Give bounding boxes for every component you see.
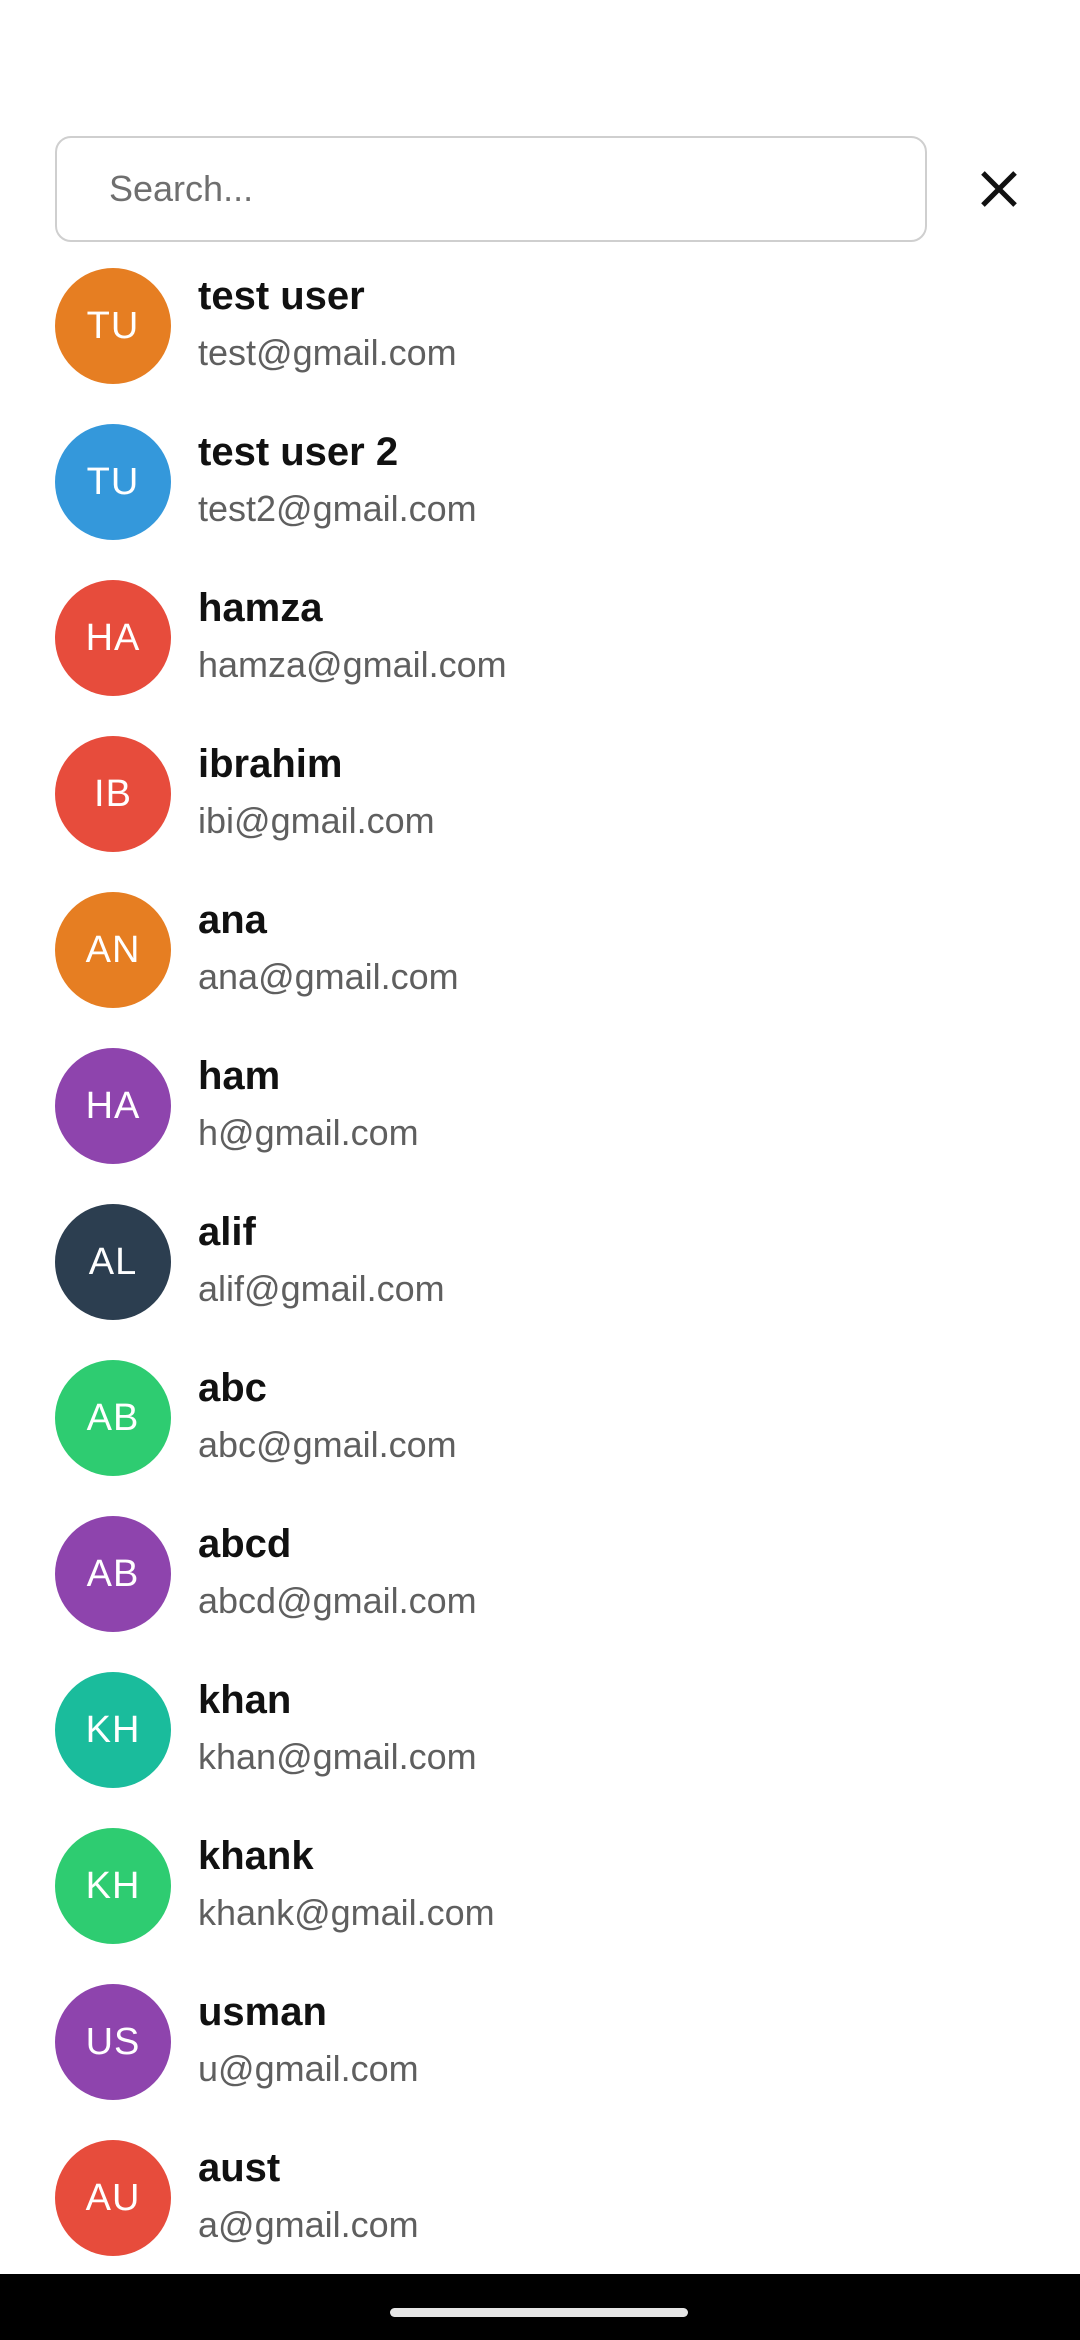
avatar: TU	[55, 424, 171, 540]
user-name: ana	[198, 898, 267, 942]
close-icon	[981, 171, 1017, 207]
search-input[interactable]	[109, 138, 889, 240]
avatar: HA	[55, 1048, 171, 1164]
user-list-item[interactable]: IB ibrahim ibi@gmail.com	[0, 730, 1080, 886]
avatar: TU	[55, 268, 171, 384]
user-email: khank@gmail.com	[198, 1892, 495, 1933]
user-name: ibrahim	[198, 742, 343, 786]
search-bar	[55, 136, 1025, 244]
user-list-item[interactable]: HA hamza hamza@gmail.com	[0, 574, 1080, 730]
user-email: test2@gmail.com	[198, 488, 477, 529]
user-email: u@gmail.com	[198, 2048, 419, 2089]
user-name: khank	[198, 1834, 314, 1878]
user-list-item[interactable]: HA ham h@gmail.com	[0, 1042, 1080, 1198]
user-name: test user 2	[198, 430, 399, 474]
avatar: KH	[55, 1828, 171, 1944]
user-name: usman	[198, 1990, 327, 2034]
search-field[interactable]	[55, 136, 927, 242]
system-navigation-bar	[0, 2274, 1080, 2340]
user-list-item[interactable]: AL alif alif@gmail.com	[0, 1198, 1080, 1354]
user-email: h@gmail.com	[198, 1112, 419, 1153]
close-button[interactable]	[960, 150, 1038, 228]
user-name: khan	[198, 1678, 292, 1722]
user-email: ana@gmail.com	[198, 956, 459, 997]
user-list-item[interactable]: TU test user 2 test2@gmail.com	[0, 418, 1080, 574]
user-list-item[interactable]: US usman u@gmail.com	[0, 1978, 1080, 2134]
home-gesture-handle[interactable]	[390, 2308, 688, 2317]
user-email: ibi@gmail.com	[198, 800, 435, 841]
user-email: test@gmail.com	[198, 332, 457, 373]
user-name: hamza	[198, 586, 323, 630]
user-email: hamza@gmail.com	[198, 644, 507, 685]
avatar: IB	[55, 736, 171, 852]
avatar: US	[55, 1984, 171, 2100]
avatar: AU	[55, 2140, 171, 2256]
avatar: AN	[55, 892, 171, 1008]
user-list-item[interactable]: AN ana ana@gmail.com	[0, 886, 1080, 1042]
user-list-item[interactable]: TU test user test@gmail.com	[0, 262, 1080, 418]
user-email: abc@gmail.com	[198, 1424, 457, 1465]
user-name: aust	[198, 2146, 281, 2190]
user-name: abc	[198, 1366, 267, 1410]
avatar: KH	[55, 1672, 171, 1788]
user-email: alif@gmail.com	[198, 1268, 445, 1309]
user-name: ham	[198, 1054, 281, 1098]
user-list-item[interactable]: KH khank khank@gmail.com	[0, 1822, 1080, 1978]
user-list-item[interactable]: AB abcd abcd@gmail.com	[0, 1510, 1080, 1666]
user-name: abcd	[198, 1522, 292, 1566]
avatar: AB	[55, 1516, 171, 1632]
user-list-item[interactable]: AB abc abc@gmail.com	[0, 1354, 1080, 1510]
user-list: TU test user test@gmail.com TU test user…	[0, 262, 1080, 2290]
avatar: AB	[55, 1360, 171, 1476]
user-name: test user	[198, 274, 365, 318]
user-email: abcd@gmail.com	[198, 1580, 477, 1621]
avatar: HA	[55, 580, 171, 696]
user-list-item[interactable]: KH khan khan@gmail.com	[0, 1666, 1080, 1822]
user-email: a@gmail.com	[198, 2204, 419, 2245]
user-name: alif	[198, 1210, 256, 1254]
user-email: khan@gmail.com	[198, 1736, 477, 1777]
avatar: AL	[55, 1204, 171, 1320]
user-list-item[interactable]: AU aust a@gmail.com	[0, 2134, 1080, 2290]
